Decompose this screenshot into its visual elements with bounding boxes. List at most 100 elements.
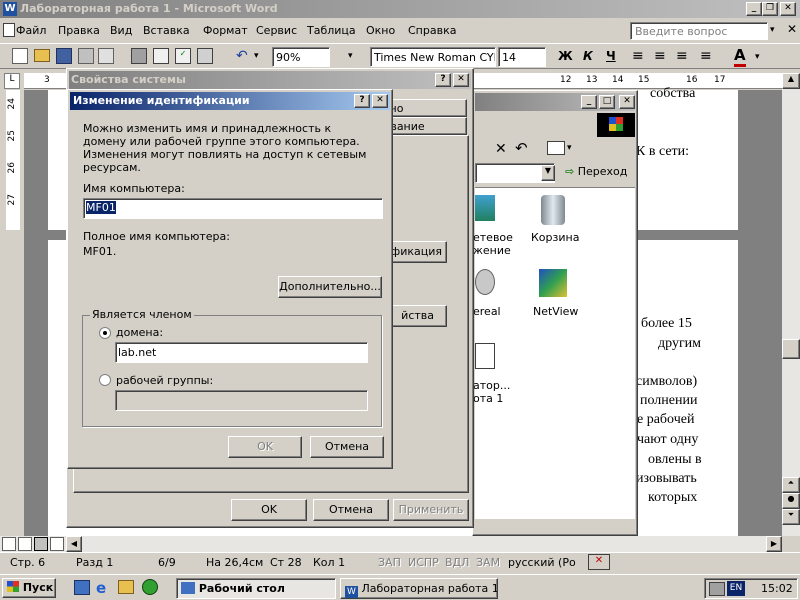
research-icon[interactable] — [197, 48, 213, 64]
tab-selector-icon[interactable]: L — [4, 73, 20, 89]
scroll-right-button[interactable]: ▶ — [766, 536, 782, 552]
font-size-select[interactable]: 14 — [498, 47, 546, 67]
status-section: Разд 1 — [76, 556, 114, 569]
network-tray-icon[interactable] — [709, 582, 725, 596]
undo-icon[interactable]: ↶ — [236, 48, 248, 64]
menu-insert[interactable]: Вставка — [143, 24, 190, 37]
views-icon[interactable] — [547, 141, 565, 155]
font-color-dropdown-icon[interactable]: ▾ — [755, 52, 760, 62]
next-page-button[interactable]: ⏷ — [782, 509, 800, 525]
sysprops-help-button[interactable]: ? — [435, 73, 451, 87]
domain-radio[interactable] — [99, 327, 111, 339]
menu-tools[interactable]: Сервис — [256, 24, 297, 37]
status-rec[interactable]: ЗАП — [378, 556, 401, 570]
align-left-icon[interactable]: ≡ — [632, 48, 644, 64]
spelling-icon[interactable]: ✓ — [175, 48, 191, 64]
recycle-bin-icon[interactable] — [541, 195, 565, 225]
undo-dropdown-icon[interactable]: ▾ — [254, 51, 259, 61]
explorer-quicklaunch-icon[interactable] — [118, 580, 134, 594]
more-button[interactable]: Дополнительно... — [278, 276, 382, 298]
italic-button[interactable]: К — [583, 49, 593, 63]
outline-view-icon[interactable] — [50, 537, 64, 551]
menu-file[interactable]: Файл — [16, 24, 46, 37]
doc-close-x-icon[interactable]: ✕ — [787, 22, 797, 36]
language-indicator[interactable]: EN — [727, 581, 745, 596]
menu-window[interactable]: Окно — [366, 24, 395, 37]
explorer-minimize-button[interactable]: _ — [581, 95, 597, 109]
email-icon[interactable] — [98, 48, 114, 64]
show-desktop-icon[interactable] — [74, 580, 90, 595]
more-buttons-icon[interactable]: ≡ — [676, 48, 688, 64]
sysprops-cancel-button[interactable]: Отмена — [313, 499, 389, 521]
media-icon[interactable] — [142, 579, 158, 595]
netview-icon[interactable] — [539, 269, 567, 297]
save-icon[interactable] — [56, 48, 72, 64]
scroll-up-button[interactable]: ▲ — [782, 73, 800, 89]
domain-input[interactable]: lab.net — [115, 342, 368, 363]
bold-button[interactable]: Ж — [558, 49, 573, 63]
sysprops-ok-button[interactable]: OK — [231, 499, 307, 521]
print-preview-icon[interactable] — [153, 48, 169, 64]
spelling-status-icon[interactable]: ✕ — [588, 554, 610, 570]
permissions-icon[interactable] — [78, 48, 94, 64]
underline-button[interactable]: Ч — [606, 49, 616, 63]
taskbar-desktop-button[interactable]: Рабочий стол — [176, 578, 336, 599]
open-folder-icon[interactable] — [34, 49, 50, 62]
web-view-icon[interactable] — [18, 537, 32, 551]
menu-help[interactable]: Справка — [408, 24, 456, 37]
sysprops-apply-button[interactable]: Применить — [393, 499, 469, 521]
dialog-help-button[interactable]: ? — [354, 94, 370, 108]
status-ovr[interactable]: ЗАМ — [476, 556, 500, 570]
help-dropdown-icon[interactable]: ▾ — [770, 25, 775, 35]
undo-explorer-icon[interactable]: ↶ — [515, 139, 528, 157]
document-file-icon[interactable] — [475, 343, 495, 369]
sysprops-close-button[interactable]: ✕ — [453, 73, 469, 87]
menu-format[interactable]: Формат — [203, 24, 248, 37]
font-color-icon[interactable]: A — [734, 46, 746, 67]
taskbar-word-button[interactable]: W Лабораторная работа 1 ... — [340, 578, 498, 599]
status-trk[interactable]: ИСПР — [408, 556, 439, 570]
status-ext[interactable]: ВДЛ — [445, 556, 469, 570]
browse-object-button[interactable]: ● — [782, 493, 800, 509]
menu-view[interactable]: Вид — [110, 24, 132, 37]
prev-page-button[interactable]: ⏶ — [782, 477, 800, 493]
dialog-cancel-button[interactable]: Отмена — [310, 436, 384, 458]
normal-view-icon[interactable] — [2, 537, 16, 551]
explorer-maximize-button[interactable]: □ — [599, 95, 615, 109]
word-app-icon[interactable]: W — [3, 2, 17, 16]
dialog-close-button[interactable]: ✕ — [372, 94, 388, 108]
restore-button[interactable]: ❐ — [762, 2, 778, 16]
scroll-left-button[interactable]: ◀ — [66, 536, 82, 552]
vertical-ruler[interactable]: 24 25 26 27 — [4, 90, 22, 536]
explorer-close-button[interactable]: ✕ — [619, 95, 635, 109]
close-button[interactable]: ✕ — [780, 2, 796, 16]
zoom-select[interactable]: 90% — [272, 47, 330, 67]
views-dropdown-icon[interactable]: ▾ — [567, 143, 572, 153]
menu-edit[interactable]: Правка — [58, 24, 100, 37]
menu-table[interactable]: Таблица — [307, 24, 356, 37]
minimize-button[interactable]: _ — [746, 2, 762, 16]
dialog-ok-button[interactable]: OK — [228, 436, 302, 458]
help-search-input[interactable]: Введите вопрос — [630, 22, 768, 40]
start-button[interactable]: Пуск — [2, 578, 56, 598]
new-document-icon[interactable] — [12, 48, 28, 64]
cereal-icon[interactable] — [475, 269, 495, 295]
print-icon[interactable] — [131, 48, 147, 64]
ie-icon[interactable]: e — [96, 579, 106, 597]
doc-menu-icon[interactable] — [3, 23, 15, 37]
network-places-icon[interactable] — [475, 195, 495, 221]
scroll-thumb[interactable] — [782, 339, 800, 359]
vertical-scrollbar[interactable]: ▲ ⏶ ● ⏷ — [782, 73, 800, 536]
workgroup-radio[interactable] — [99, 374, 111, 386]
computer-name-input[interactable]: MF01 — [83, 198, 383, 219]
indent-icon[interactable]: ≡ — [700, 48, 712, 64]
font-name-select[interactable]: Times New Roman CYR — [370, 47, 496, 67]
go-button[interactable]: ⇨ Переход — [565, 165, 627, 183]
align-center-icon[interactable]: ≡ — [654, 48, 666, 64]
horizontal-scrollbar[interactable]: ◀ ▶ — [0, 536, 782, 552]
workgroup-input[interactable] — [115, 390, 368, 411]
print-layout-icon[interactable] — [34, 537, 48, 551]
delete-icon[interactable]: ✕ — [495, 141, 507, 157]
zoom-dropdown-icon[interactable]: ▾ — [348, 51, 353, 61]
address-dropdown-button[interactable]: ▼ — [541, 165, 555, 181]
